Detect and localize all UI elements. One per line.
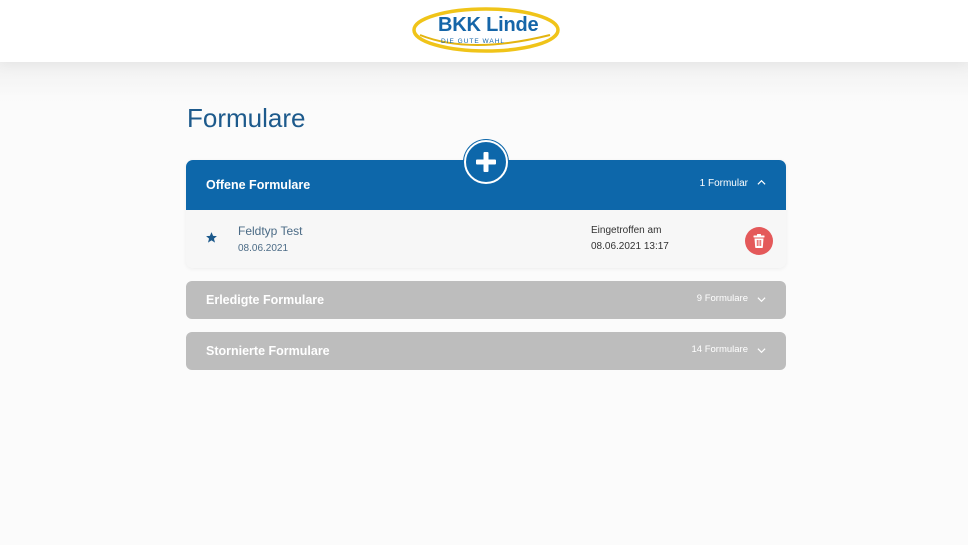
- form-name[interactable]: Feldtyp Test: [238, 224, 302, 238]
- panel-cancelled-count: 14 Formulare: [691, 344, 749, 355]
- chevron-down-icon[interactable]: [757, 295, 766, 304]
- panel-cancelled-label: Stornierte Formulare: [206, 344, 330, 358]
- trash-icon: [753, 234, 765, 248]
- form-date: 08.06.2021: [238, 243, 289, 254]
- star-icon[interactable]: [205, 231, 218, 244]
- panel-cancelled-forms[interactable]: Stornierte Formulare 14 Formulare: [186, 332, 786, 370]
- header-shadow: [0, 62, 968, 102]
- plus-icon: [476, 152, 496, 172]
- form-list-item[interactable]: Feldtyp Test 08.06.2021 Eingetroffen am …: [186, 210, 786, 268]
- panel-done-forms[interactable]: Erledigte Formulare 9 Formulare: [186, 281, 786, 319]
- arrived-timestamp: 08.06.2021 13:17: [591, 241, 669, 252]
- bkk-linde-logo[interactable]: BKK Linde DIE GUTE WAHL: [410, 5, 562, 55]
- arrived-label: Eingetroffen am: [591, 225, 662, 236]
- chevron-up-icon[interactable]: [757, 178, 766, 187]
- logo-title: BKK Linde: [438, 14, 539, 36]
- chevron-down-icon[interactable]: [757, 346, 766, 355]
- panel-done-count: 9 Formulare: [696, 293, 748, 304]
- panel-open-label: Offene Formulare: [206, 178, 311, 192]
- page-title: Formulare: [187, 103, 306, 133]
- delete-form-button[interactable]: [745, 227, 773, 255]
- app-header: BKK Linde DIE GUTE WAHL: [0, 0, 968, 62]
- panel-done-label: Erledigte Formulare: [206, 293, 325, 307]
- panel-open-count: 1 Formular: [699, 178, 748, 189]
- add-form-button[interactable]: [464, 140, 508, 184]
- logo-subtitle: DIE GUTE WAHL: [441, 38, 506, 45]
